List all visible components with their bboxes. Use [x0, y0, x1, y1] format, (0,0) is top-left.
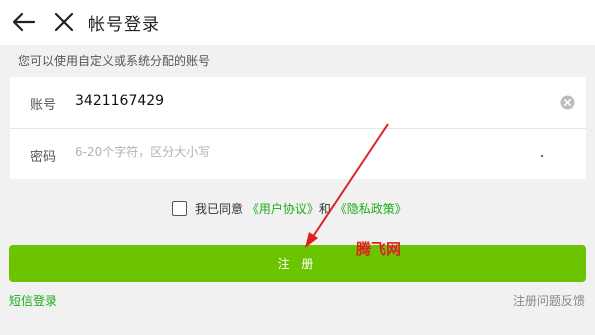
password-input[interactable]	[75, 145, 535, 159]
account-label: 账号	[30, 98, 57, 113]
account-hint-text: 您可以使用自定义或系统分配的账号	[18, 54, 211, 68]
back-arrow-icon[interactable]	[10, 10, 36, 34]
agree-checkbox[interactable]	[172, 201, 187, 216]
registration-feedback-link[interactable]: 注册问题反馈	[513, 292, 585, 309]
header-bar: 帐号登录	[0, 0, 595, 45]
password-label: 密码	[30, 150, 57, 165]
account-input[interactable]	[75, 93, 535, 109]
agreement-conjunction: 和	[318, 202, 331, 216]
password-row: 密码	[10, 128, 586, 180]
sms-login-link[interactable]: 短信登录	[9, 292, 57, 309]
agreement-text: 我已同意 《用户协议》和 《隐私政策》	[195, 200, 407, 217]
account-row: 账号	[10, 77, 586, 128]
agreement-prefix: 我已同意	[195, 202, 244, 216]
privacy-policy-link[interactable]: 《隐私政策》	[335, 202, 407, 216]
register-button[interactable]: 注 册	[9, 245, 586, 282]
watermark-text: 腾飞网	[356, 240, 402, 258]
page-title: 帐号登录	[88, 15, 160, 35]
login-form-card: 账号 密码	[10, 77, 586, 179]
close-icon[interactable]	[53, 11, 75, 33]
clear-input-icon[interactable]	[560, 95, 575, 110]
cursor-dot	[541, 155, 543, 157]
register-button-label: 注 册	[277, 257, 318, 271]
user-agreement-link[interactable]: 《用户协议》	[247, 202, 319, 216]
